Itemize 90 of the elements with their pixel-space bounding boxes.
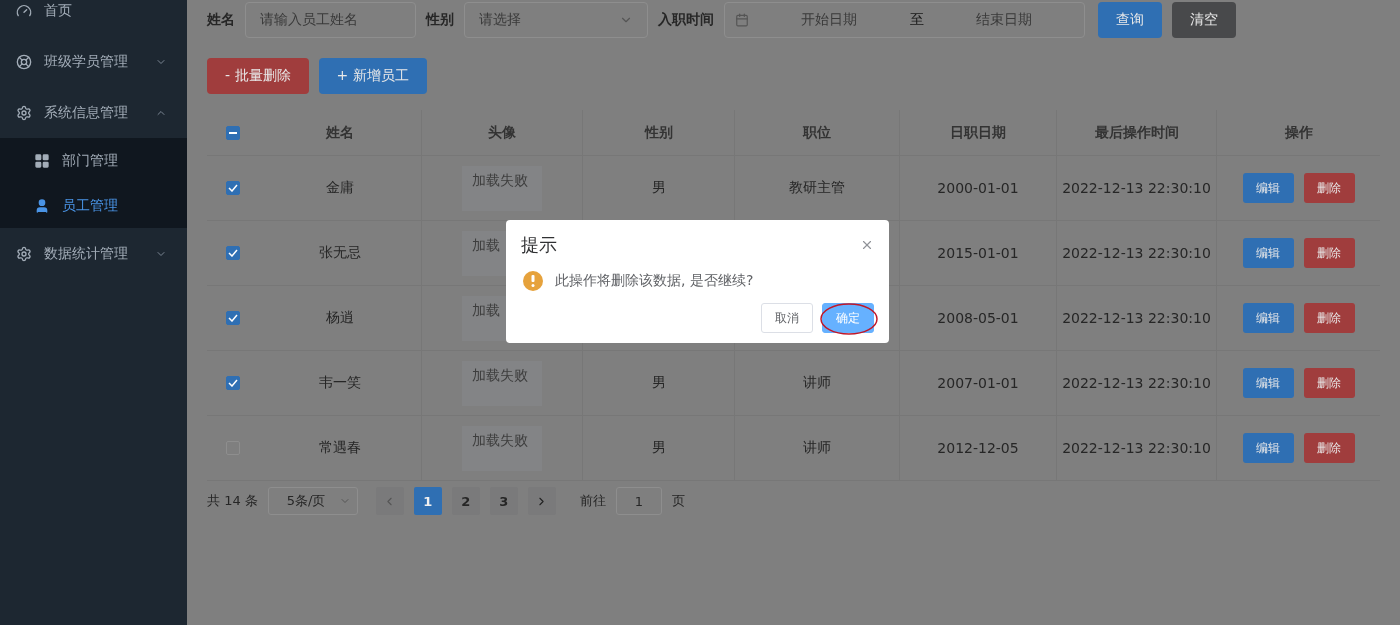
- column-header: 头像: [422, 110, 583, 155]
- lifebuoy-icon: [16, 53, 32, 70]
- warning-icon: [523, 271, 543, 291]
- check-icon: [227, 379, 238, 387]
- edit-button[interactable]: 编辑: [1242, 433, 1294, 463]
- date-range-field[interactable]: 开始日期 至 结束日期: [724, 2, 1085, 38]
- submenu-item[interactable]: 部门管理: [0, 138, 187, 183]
- submenu-item[interactable]: 员工管理: [0, 183, 187, 228]
- table-cell: 讲师: [735, 351, 900, 415]
- table-cell: 2000-01-01: [900, 156, 1057, 220]
- avatar-error-text: 加载失败: [472, 431, 528, 448]
- table-cell: 男: [583, 416, 735, 480]
- avatar-error-text: 加载失败: [472, 366, 528, 383]
- table-cell: 2022-12-13 22:30:10: [1057, 221, 1217, 285]
- name-label: 姓名: [207, 11, 235, 29]
- checkbox[interactable]: [225, 246, 240, 260]
- table-cell: 2022-12-13 22:30:10: [1057, 286, 1217, 350]
- column-header: 性别: [583, 110, 735, 155]
- table-cell: 2012-12-05: [900, 416, 1057, 480]
- table-cell: 张无忌: [258, 221, 422, 285]
- delete-button[interactable]: 删除: [1303, 433, 1355, 463]
- close-icon[interactable]: [860, 238, 874, 252]
- delete-button[interactable]: 删除: [1303, 368, 1355, 398]
- column-header: 日职日期: [900, 110, 1057, 155]
- batch-delete-button[interactable]: - 批量删除: [207, 58, 309, 94]
- page-button[interactable]: 2: [451, 487, 480, 515]
- delete-button[interactable]: 删除: [1303, 173, 1355, 203]
- page-button[interactable]: 1: [413, 487, 442, 515]
- table-cell: 杨逍: [258, 286, 422, 350]
- check-icon: [227, 184, 238, 192]
- table-cell: 讲师: [735, 416, 900, 480]
- goto-label: 前往: [579, 492, 606, 510]
- avatar-error-text: 加载: [472, 301, 500, 318]
- minus-icon: [228, 131, 237, 134]
- grid-icon: [34, 152, 50, 169]
- table-cell: 2022-12-13 22:30:10: [1057, 416, 1217, 480]
- name-input[interactable]: 请输入员工姓名: [245, 2, 416, 38]
- menu-item[interactable]: 首页: [0, 0, 187, 36]
- dialog-message: 此操作将删除该数据, 是否继续?: [555, 272, 754, 290]
- delete-button[interactable]: 删除: [1303, 238, 1355, 268]
- edit-button[interactable]: 编辑: [1242, 368, 1294, 398]
- settings-icon: [16, 104, 32, 121]
- menu-item[interactable]: 班级学员管理: [0, 36, 187, 87]
- checkbox[interactable]: [225, 125, 240, 140]
- check-icon: [227, 249, 238, 257]
- range-separator: 至: [909, 11, 924, 29]
- page-suffix: 页: [671, 492, 685, 510]
- settings-icon: [16, 245, 32, 262]
- gauge-icon: [16, 2, 32, 19]
- menu-item[interactable]: 数据统计管理: [0, 228, 187, 279]
- add-employee-button[interactable]: + 新增员工: [318, 58, 427, 94]
- clear-button[interactable]: 清空: [1172, 2, 1236, 38]
- column-header: 职位: [735, 110, 900, 155]
- table-cell: 金庸: [258, 156, 422, 220]
- cancel-button[interactable]: 取消: [761, 303, 813, 333]
- user-icon: [34, 197, 50, 214]
- menu-item[interactable]: 系统信息管理: [0, 87, 187, 138]
- check-icon: [227, 314, 238, 322]
- table-cell: 2008-05-01: [900, 286, 1057, 350]
- table-cell: 2022-12-13 22:30:10: [1057, 351, 1217, 415]
- table-cell: 常遇春: [258, 416, 422, 480]
- table-cell: 2015-01-01: [900, 221, 1057, 285]
- table-cell: 2007-01-01: [900, 351, 1057, 415]
- table-cell: 2022-12-13 22:30:10: [1057, 156, 1217, 220]
- column-header: 操作: [1283, 122, 1314, 142]
- column-header: 姓名: [258, 110, 422, 155]
- hire-date-label: 入职时间: [658, 11, 714, 29]
- page-button[interactable]: 3: [489, 487, 518, 515]
- end-date-placeholder: 结束日期: [974, 11, 1033, 29]
- column-header: 最后操作时间: [1057, 110, 1217, 155]
- total-count: 共 14 条: [207, 492, 258, 510]
- goto-page-input[interactable]: 1: [615, 487, 662, 515]
- edit-button[interactable]: 编辑: [1242, 303, 1294, 333]
- table-cell: 男: [583, 351, 735, 415]
- page-size-select[interactable]: 5条/页: [267, 487, 358, 515]
- query-button[interactable]: 查询: [1098, 2, 1162, 38]
- dialog-title: 提示: [521, 233, 557, 257]
- checkbox[interactable]: [225, 311, 240, 325]
- edit-button[interactable]: 编辑: [1242, 238, 1294, 268]
- checkbox[interactable]: [225, 376, 240, 390]
- table-cell: 韦一笑: [258, 351, 422, 415]
- checkbox[interactable]: [225, 181, 240, 195]
- delete-button[interactable]: 删除: [1303, 303, 1355, 333]
- gender-select[interactable]: 请选择: [464, 2, 648, 38]
- gender-label: 性别: [426, 11, 454, 29]
- calendar-icon: [735, 13, 749, 27]
- avatar-error-text: 加载失败: [472, 171, 528, 188]
- edit-button[interactable]: 编辑: [1242, 173, 1294, 203]
- avatar-error-text: 加载: [472, 236, 500, 253]
- start-date-placeholder: 开始日期: [800, 11, 859, 29]
